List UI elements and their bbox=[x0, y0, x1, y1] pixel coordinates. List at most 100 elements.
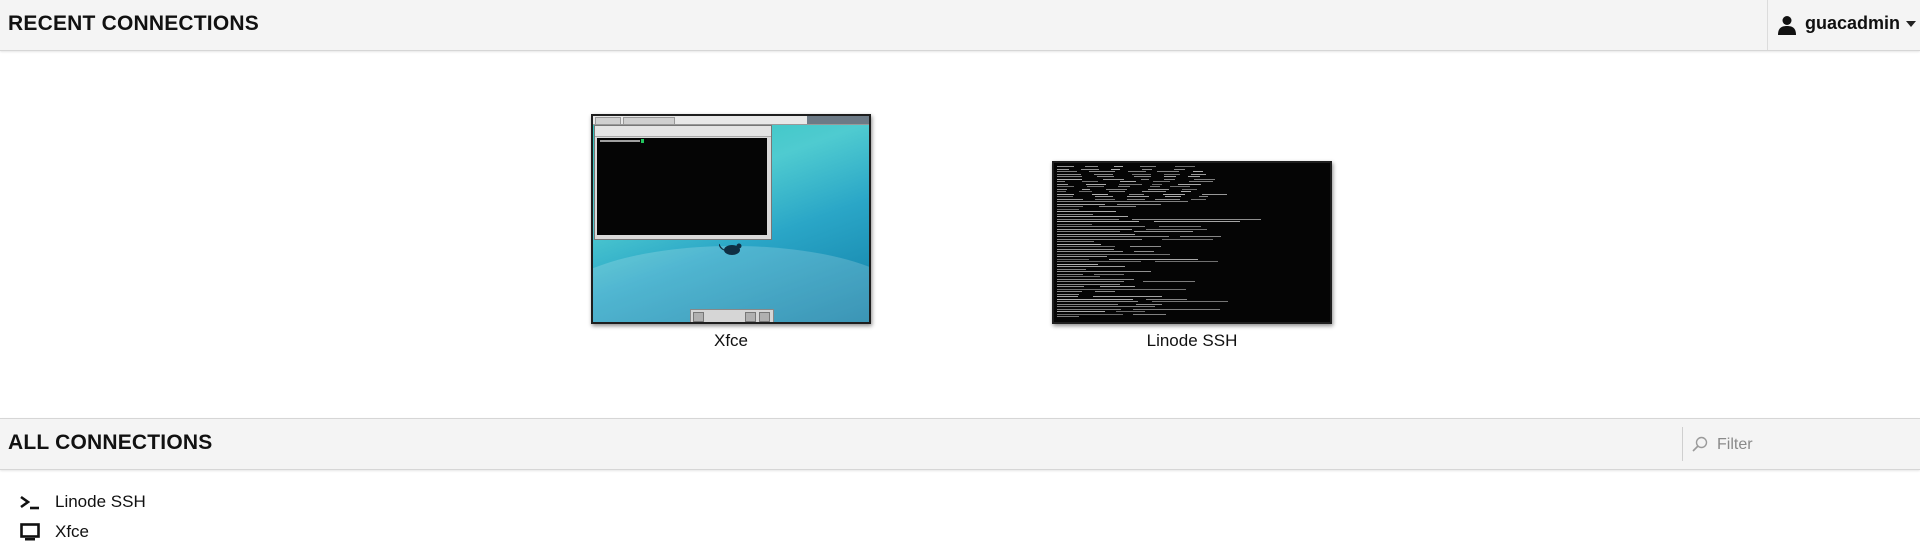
terminal-text-line bbox=[1155, 198, 1181, 200]
terminal-text-line bbox=[1093, 173, 1113, 175]
terminal-text-line bbox=[1145, 228, 1207, 230]
recent-connection-tile-xfce[interactable]: Xfce bbox=[591, 114, 871, 350]
terminal-text-line bbox=[1158, 226, 1202, 227]
terminal-text-line bbox=[1057, 308, 1121, 310]
terminal-text-line bbox=[1189, 181, 1214, 182]
recent-connection-label[interactable]: Xfce bbox=[591, 331, 871, 351]
terminal-text-line bbox=[1057, 298, 1133, 300]
terminal-text-line bbox=[1173, 168, 1185, 170]
terminal-text-line bbox=[1119, 181, 1137, 182]
terminal-text-line bbox=[1057, 288, 1187, 290]
terminal-text-line bbox=[1057, 176, 1083, 177]
terminal-text-line bbox=[1153, 181, 1170, 182]
terminal-text-line bbox=[1133, 313, 1166, 315]
terminal-text-line bbox=[1057, 276, 1100, 277]
terminal-text-line bbox=[1141, 168, 1153, 170]
user-menu[interactable]: guacadmin bbox=[1767, 0, 1920, 50]
terminal-text-line bbox=[1057, 231, 1120, 232]
terminal-text-line bbox=[1057, 263, 1098, 265]
terminal-text-line bbox=[1057, 253, 1170, 255]
desktop-top-panel bbox=[593, 116, 869, 125]
terminal-text-line bbox=[1149, 186, 1161, 187]
terminal-text-line bbox=[1128, 193, 1145, 195]
terminal-text-line bbox=[1057, 213, 1093, 215]
terminal-text-line bbox=[1057, 271, 1152, 272]
connection-item-xfce[interactable]: Xfce bbox=[0, 518, 300, 546]
search-icon bbox=[1692, 436, 1708, 452]
terminal-text-line bbox=[1135, 303, 1163, 305]
terminal-text-line bbox=[1057, 166, 1074, 167]
filter-box[interactable] bbox=[1682, 427, 1920, 461]
terminal-window-thumbnail bbox=[594, 125, 772, 240]
terminal-text-line bbox=[1057, 198, 1083, 200]
terminal-text-line bbox=[1109, 191, 1126, 192]
terminal-text-line bbox=[1133, 308, 1220, 310]
terminal-text-line bbox=[1057, 278, 1135, 280]
terminal-text-line bbox=[1127, 171, 1146, 172]
terminal-text-line bbox=[1057, 238, 1142, 240]
terminal-text-line bbox=[1057, 191, 1067, 192]
terminal-text-line bbox=[1174, 166, 1195, 167]
terminal-text-line bbox=[1097, 176, 1115, 177]
terminal-text-line bbox=[1145, 298, 1187, 300]
all-connections-title: ALL CONNECTIONS bbox=[8, 431, 213, 454]
recent-connections-area: Xfce Linode SSH bbox=[0, 51, 1920, 418]
terminal-text-line bbox=[1118, 186, 1131, 187]
terminal-text-line bbox=[1057, 303, 1119, 305]
terminal-text-line bbox=[1057, 211, 1116, 212]
terminal-text-line bbox=[1057, 251, 1124, 252]
terminal-text-line bbox=[1170, 186, 1190, 187]
recent-connections-header: RECENT CONNECTIONS guacadmin bbox=[0, 0, 1920, 51]
connection-item-linode-ssh[interactable]: Linode SSH bbox=[0, 488, 300, 516]
desktop-icon bbox=[20, 523, 40, 541]
terminal-text-line bbox=[1164, 196, 1181, 197]
terminal-text-line bbox=[1057, 178, 1083, 180]
desktop-bottom-panel bbox=[690, 309, 774, 322]
terminal-text-line bbox=[1057, 291, 1082, 292]
terminal-text-line bbox=[1164, 173, 1181, 175]
terminal-text-line bbox=[1057, 226, 1145, 227]
terminal-text-line bbox=[1111, 168, 1121, 170]
terminal-text-line bbox=[1154, 261, 1218, 262]
terminal-text-line bbox=[1115, 311, 1146, 312]
terminal-text-line bbox=[1057, 243, 1102, 245]
recent-connection-label[interactable]: Linode SSH bbox=[1052, 331, 1332, 351]
terminal-text-line bbox=[1134, 176, 1151, 177]
terminal-text-line bbox=[1179, 236, 1221, 237]
recent-connection-tile-linode-ssh[interactable]: Linode SSH bbox=[1052, 161, 1332, 350]
terminal-text-line bbox=[1057, 173, 1081, 175]
terminal-text-line bbox=[1085, 166, 1098, 167]
connection-item-label[interactable]: Linode SSH bbox=[55, 492, 146, 512]
terminal-text-line bbox=[1057, 293, 1080, 295]
xfce-desktop-thumbnail[interactable] bbox=[591, 114, 871, 324]
terminal-text-line bbox=[1057, 168, 1070, 170]
terminal-text-line bbox=[1162, 193, 1186, 195]
terminal-text-line bbox=[1141, 191, 1167, 192]
terminal-text-line bbox=[1105, 188, 1127, 190]
recent-connections-title: RECENT CONNECTIONS bbox=[8, 12, 259, 35]
terminal-text-line bbox=[1142, 281, 1196, 282]
terminal-text-line bbox=[1095, 291, 1116, 292]
terminal-text-line bbox=[1057, 221, 1140, 222]
terminal-text-line bbox=[1057, 246, 1115, 247]
terminal-text-line bbox=[1181, 191, 1192, 192]
connection-item-label[interactable]: Xfce bbox=[55, 522, 89, 542]
terminal-text-line bbox=[1147, 188, 1169, 190]
terminal-text-line bbox=[1057, 183, 1068, 185]
terminal-text-line bbox=[1094, 196, 1113, 197]
terminal-text-line bbox=[1093, 296, 1163, 297]
terminal-text-line bbox=[1134, 251, 1155, 252]
terminal-text-line bbox=[1178, 183, 1202, 185]
ssh-terminal-thumbnail[interactable] bbox=[1052, 161, 1332, 324]
terminal-text-line bbox=[1057, 218, 1119, 220]
terminal-text-line bbox=[1057, 313, 1123, 315]
terminal-text-line bbox=[1057, 266, 1125, 267]
terminal-text-line bbox=[1057, 268, 1086, 270]
terminal-text-line bbox=[1163, 178, 1176, 180]
terminal-text-line bbox=[1057, 261, 1141, 262]
terminal-text-line bbox=[1057, 273, 1084, 275]
terminal-text-line bbox=[1057, 216, 1128, 217]
terminal-text-line bbox=[1199, 196, 1209, 197]
terminal-text-line bbox=[1082, 181, 1099, 182]
filter-input[interactable] bbox=[1715, 433, 1919, 457]
